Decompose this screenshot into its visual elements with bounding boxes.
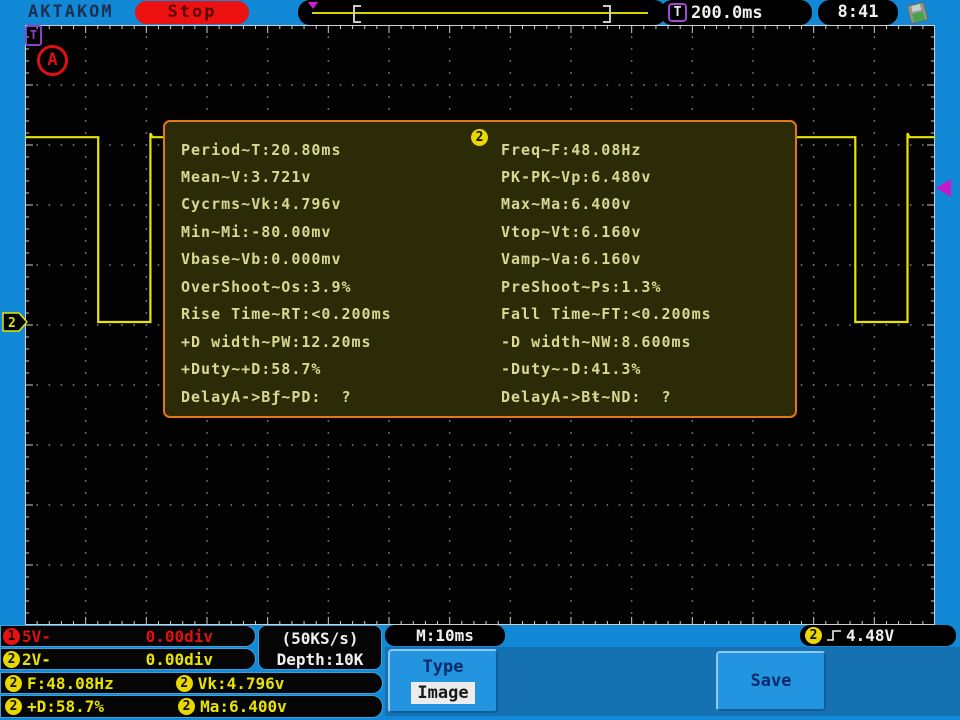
measure-vbase: Vbase~Vb:0.000mv	[181, 250, 342, 268]
measure-delay-nd: DelayA->Bŧ~ND: ?	[501, 388, 672, 406]
readout-freq: 2 F:48.08Hz	[5, 674, 114, 693]
measure-pkpk: PK-PK~Vp:6.480v	[501, 168, 651, 186]
measure-pos-width: +D width~PW:12.20ms	[181, 333, 372, 351]
window-left-bracket-icon	[353, 5, 361, 23]
measure-vtop: Vtop~Vt:6.160v	[501, 223, 641, 241]
memory-depth: Depth:10K	[259, 649, 381, 670]
measure-overshoot: OverShoot~Os:3.9%	[181, 278, 352, 296]
status-bar: 1 5V- 0.00div 2 2V- 0.00div (50KS/s) Dep…	[0, 625, 960, 720]
measure-mean: Mean~V:3.721v	[181, 168, 311, 186]
rising-edge-icon	[826, 628, 842, 643]
auto-measure-indicator: A	[37, 45, 68, 76]
measure-fall-time: Fall Time~FT:<0.200ms	[501, 305, 712, 323]
trigger-level-arrow-icon	[936, 179, 951, 197]
oscilloscope-screen: AKTAKOM Stop T 200.0ms 8:41	[0, 0, 960, 720]
readout-duty: 2 +D:58.7%	[5, 697, 104, 716]
brand-logo: AKTAKOM	[28, 2, 114, 22]
clock: 8:41	[818, 0, 898, 25]
type-button[interactable]: Type Image	[388, 649, 498, 713]
measure-freq: Freq~F:48.08Hz	[501, 141, 641, 159]
title-bar: AKTAKOM Stop T 200.0ms 8:41	[0, 0, 960, 25]
save-button[interactable]: Save	[716, 651, 826, 711]
trigger-offscreen-icon: T	[25, 25, 42, 46]
ch1-status: 1 5V- 0.00div	[0, 625, 256, 647]
measure-min: Min~Mi:-80.00mv	[181, 223, 331, 241]
softkey-menu: Type Image Save	[385, 647, 960, 716]
trigger-position-marker-icon	[308, 2, 318, 9]
ch1-badge: 1	[3, 628, 20, 645]
trigger-level-value: 4.48V	[846, 625, 894, 646]
readout-row-2: 2 +D:58.7% 2 Ma:6.400v	[0, 695, 383, 718]
memory-line	[312, 12, 648, 14]
measure-rise-time: Rise Time~RT:<0.200ms	[181, 305, 392, 323]
measure-neg-width: -D width~NW:8.600ms	[501, 333, 692, 351]
run-state-badge: Stop	[135, 1, 249, 24]
ch2-badge: 2	[3, 651, 20, 668]
memory-window-indicator	[298, 0, 666, 25]
measure-cycrms: Cycrms~Vk:4.796v	[181, 195, 342, 213]
trigger-channel-badge: 2	[805, 627, 822, 644]
ch2-status: 2 2V- 0.00div	[0, 648, 256, 670]
readout-vk: 2 Vk:4.796v	[176, 674, 285, 693]
waveform-display: T A 2 Period~T:20.80ms Freq~F:48.08Hz Me…	[25, 25, 935, 625]
readout-max: 2 Ma:6.400v	[178, 697, 287, 716]
type-label: Type	[390, 657, 496, 677]
ch1-offset: 0.00div	[146, 627, 213, 646]
measurement-panel: 2 Period~T:20.80ms Freq~F:48.08Hz Mean~V…	[163, 120, 797, 418]
svg-text:2: 2	[8, 316, 16, 331]
measure-period: Period~T:20.80ms	[181, 141, 342, 159]
ch1-scale: 5V-	[22, 627, 51, 646]
readout-row-1: 2 F:48.08Hz 2 Vk:4.796v	[0, 672, 383, 694]
measure-pos-duty: +Duty~+D:58.7%	[181, 360, 321, 378]
sample-rate: (50KS/s)	[259, 628, 381, 649]
ch2-offset: 0.00div	[146, 650, 213, 669]
measure-preshoot: PreShoot~Ps:1.3%	[501, 278, 662, 296]
measure-neg-duty: -Duty~-D:41.3%	[501, 360, 641, 378]
measure-vamp: Vamp~Va:6.160v	[501, 250, 641, 268]
ch2-scale: 2V-	[22, 650, 51, 669]
trigger-delay-value: 200.0ms	[691, 3, 763, 23]
measure-delay-pd: DelayA->Bƒ~PD: ?	[181, 388, 352, 406]
measure-max: Max~Ma:6.400v	[501, 195, 631, 213]
window-right-bracket-icon	[603, 5, 611, 23]
type-selected-value[interactable]: Image	[411, 682, 474, 704]
trigger-t-icon: T	[668, 3, 687, 22]
ch2-ground-marker: 2	[2, 312, 29, 332]
timebase-badge: M:10ms	[385, 625, 505, 646]
trigger-delay-badge: T 200.0ms	[660, 0, 812, 25]
trigger-status-badge: 2 4.48V	[800, 625, 956, 646]
acquisition-status: (50KS/s) Depth:10K	[258, 625, 382, 670]
